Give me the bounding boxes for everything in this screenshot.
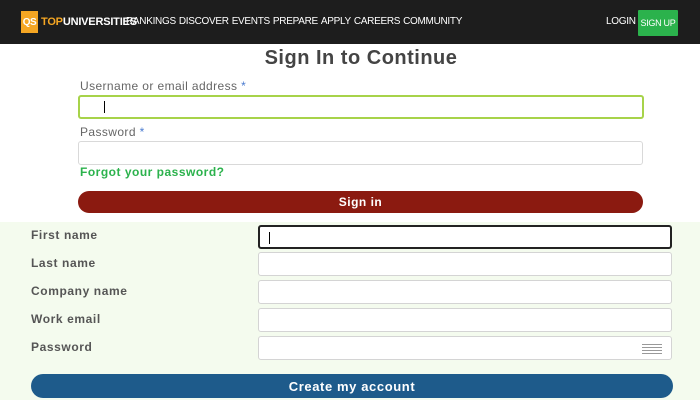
menu-lines-icon[interactable] <box>642 344 662 354</box>
last-name-input[interactable] <box>258 252 672 276</box>
work-email-label: Work email <box>31 312 101 326</box>
logo-mark: QS <box>21 11 38 33</box>
nav-item-events[interactable]: EVENTS <box>232 16 271 27</box>
first-name-label: First name <box>31 228 98 242</box>
company-name-input[interactable] <box>258 280 672 304</box>
create-password-label: Password <box>31 340 93 354</box>
top-navbar: QS TOPUNIVERSITIES RANKINGS DISCOVER EVE… <box>0 0 700 44</box>
username-input[interactable] <box>78 95 644 119</box>
nav-item-apply[interactable]: APPLY <box>321 16 351 27</box>
logo-text-top: TOP <box>41 16 63 28</box>
logo[interactable]: QS TOPUNIVERSITIES <box>21 11 137 33</box>
text-caret <box>104 101 105 113</box>
work-email-input[interactable] <box>258 308 672 332</box>
forgot-password-link[interactable]: Forgot your password? <box>80 165 225 179</box>
required-mark: * <box>139 125 145 139</box>
nav-item-rankings[interactable]: RANKINGS <box>126 16 176 27</box>
password-input[interactable] <box>78 141 643 165</box>
last-name-label: Last name <box>31 256 96 270</box>
create-account-button[interactable]: Create my account <box>31 374 673 398</box>
nav-item-community[interactable]: COMMUNITY <box>403 16 462 27</box>
first-name-input[interactable] <box>258 225 672 249</box>
password-label-text: Password <box>80 125 136 139</box>
login-link[interactable]: LOGIN <box>606 16 636 27</box>
nav-item-discover[interactable]: DISCOVER <box>179 16 229 27</box>
company-name-label: Company name <box>31 284 128 298</box>
signin-title: Sign In to Continue <box>264 47 458 69</box>
create-password-input[interactable] <box>258 336 672 360</box>
nav-item-careers[interactable]: CAREERS <box>354 16 401 27</box>
signup-button[interactable]: SIGN UP <box>638 10 678 36</box>
username-label-text: Username or email address <box>80 79 238 93</box>
password-label: Password * <box>80 125 145 139</box>
username-label: Username or email address * <box>80 79 246 93</box>
signin-button[interactable]: Sign in <box>78 191 643 213</box>
nav-menu: RANKINGS DISCOVER EVENTS PREPARE APPLY C… <box>126 16 462 27</box>
required-mark: * <box>241 79 247 93</box>
logo-text: TOPUNIVERSITIES <box>41 16 137 28</box>
text-caret <box>269 232 270 244</box>
nav-item-prepare[interactable]: PREPARE <box>273 16 318 27</box>
